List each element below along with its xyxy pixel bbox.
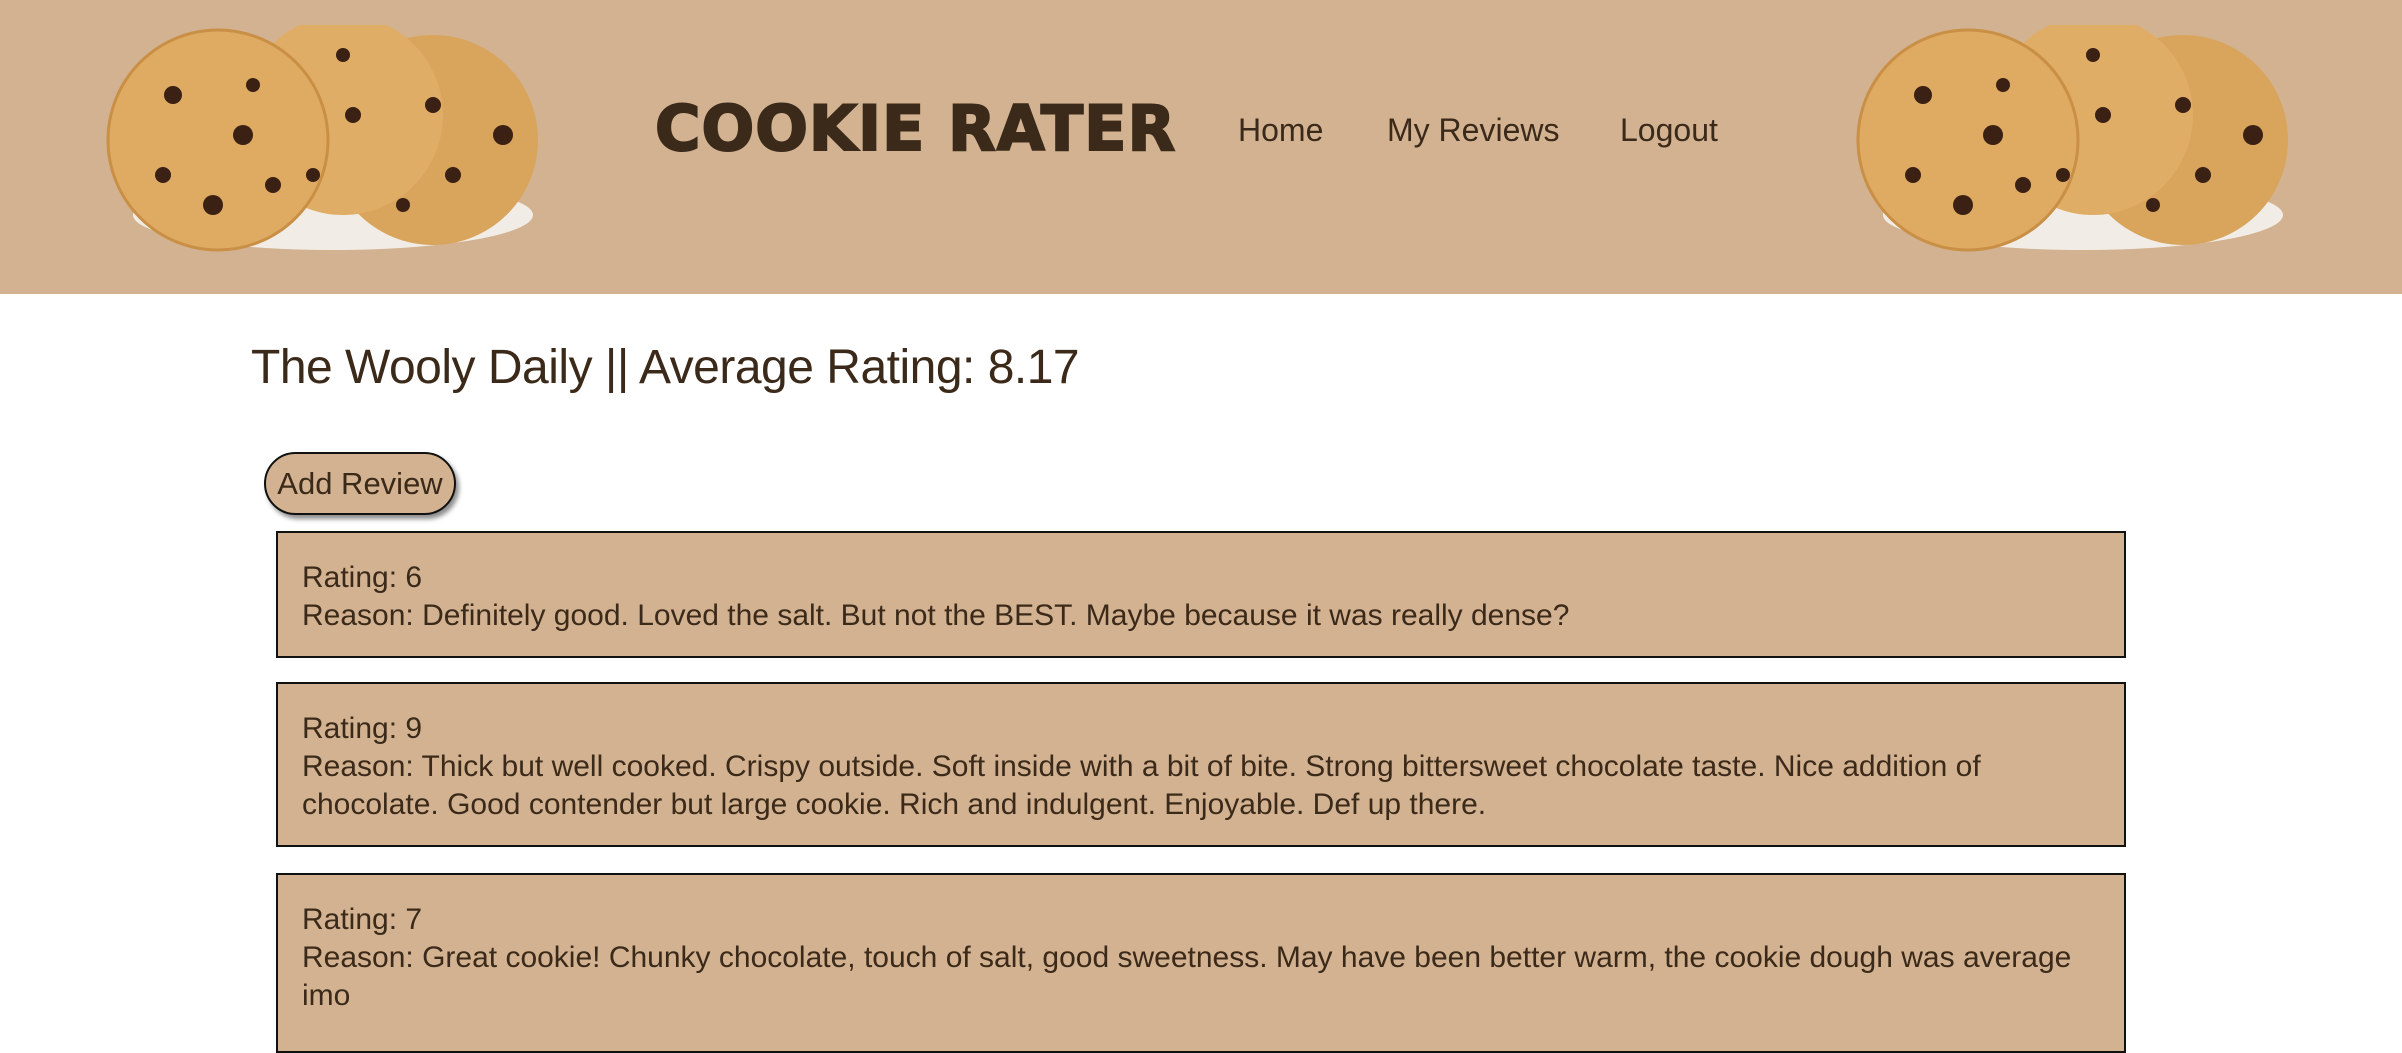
review-reason: Reason: Thick but well cooked. Crispy ou… <box>302 750 1981 821</box>
cookies-image-right <box>1856 25 2288 252</box>
nav-my-reviews[interactable]: My Reviews <box>1387 112 1559 149</box>
site-header: COOKIE RATER Home My Reviews Logout <box>0 0 2402 294</box>
review-card: Rating: 7 Reason: Great cookie! Chunky c… <box>276 873 2126 1053</box>
page-title: The Wooly Daily || Average Rating: 8.17 <box>251 341 1080 394</box>
review-rating: Rating: 7 <box>302 903 423 936</box>
nav-home[interactable]: Home <box>1238 112 1323 149</box>
review-card: Rating: 6 Reason: Definitely good. Loved… <box>276 531 2126 658</box>
cookies-image-left <box>106 25 538 252</box>
review-reason: Reason: Definitely good. Loved the salt.… <box>302 599 1570 632</box>
brand-logo[interactable]: COOKIE RATER <box>654 91 1176 166</box>
nav-logout[interactable]: Logout <box>1620 112 1718 149</box>
add-review-button[interactable]: Add Review <box>264 452 456 515</box>
review-reason: Reason: Great cookie! Chunky chocolate, … <box>302 941 2072 1012</box>
review-rating: Rating: 9 <box>302 712 423 745</box>
review-rating: Rating: 6 <box>302 561 423 594</box>
review-card: Rating: 9 Reason: Thick but well cooked.… <box>276 682 2126 847</box>
